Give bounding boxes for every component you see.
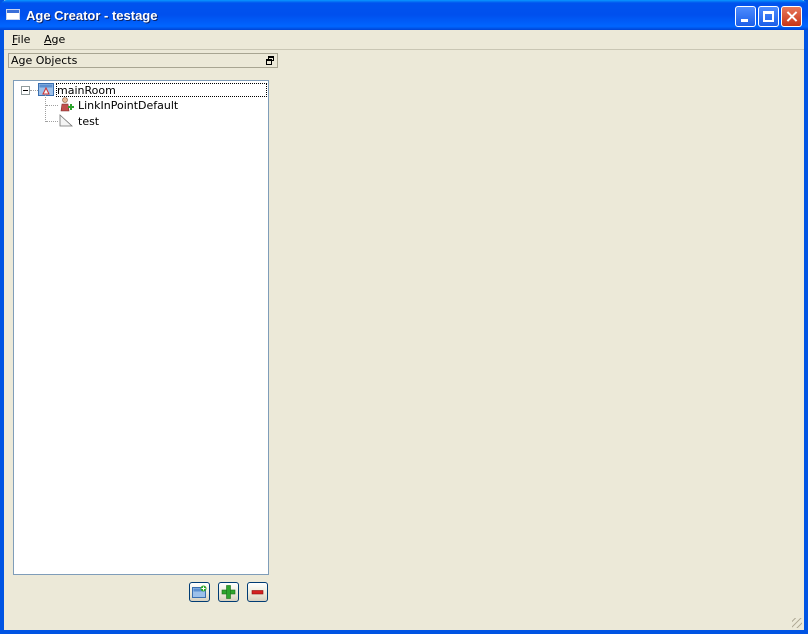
minimize-button[interactable] bbox=[735, 6, 756, 27]
menu-file[interactable]: File bbox=[12, 33, 30, 46]
app-icon bbox=[6, 9, 20, 20]
title-bar[interactable]: Age Creator - testage bbox=[0, 0, 808, 30]
tree-node-mainroom[interactable]: mainRoom bbox=[56, 83, 267, 97]
remove-object-button[interactable] bbox=[247, 582, 268, 602]
menu-age-rest: ge bbox=[51, 33, 66, 46]
menu-bar: File Age bbox=[4, 30, 804, 50]
age-objects-tree[interactable]: mainRoom LinkInPointDefault test bbox=[13, 80, 269, 575]
menu-age-accel: A bbox=[44, 33, 52, 46]
resize-grip[interactable] bbox=[792, 618, 802, 628]
collapse-icon[interactable] bbox=[21, 86, 30, 95]
main-window: Age Creator - testage File Age Age Objec… bbox=[0, 0, 808, 634]
dock-title: Age Objects bbox=[11, 54, 78, 67]
close-button[interactable] bbox=[781, 6, 802, 27]
maximize-button[interactable] bbox=[758, 6, 779, 27]
tree-node-test[interactable]: test bbox=[78, 115, 99, 128]
tree-node-label: mainRoom bbox=[57, 84, 116, 97]
tree-node-linkinpointdefault[interactable]: LinkInPointDefault bbox=[78, 99, 178, 112]
object-icon bbox=[59, 114, 73, 127]
room-icon bbox=[38, 83, 54, 96]
menu-file-rest: ile bbox=[17, 33, 31, 46]
add-room-icon bbox=[192, 585, 207, 598]
remove-icon bbox=[251, 590, 264, 595]
window-title: Age Creator - testage bbox=[26, 8, 158, 23]
link-in-point-icon bbox=[60, 97, 74, 112]
dock-title-bar[interactable]: Age Objects bbox=[8, 53, 278, 68]
menu-age[interactable]: Age bbox=[44, 33, 65, 46]
add-icon bbox=[221, 585, 236, 599]
add-room-button[interactable] bbox=[189, 582, 210, 602]
dock-float-icon[interactable] bbox=[266, 56, 275, 65]
add-object-button[interactable] bbox=[218, 582, 239, 602]
